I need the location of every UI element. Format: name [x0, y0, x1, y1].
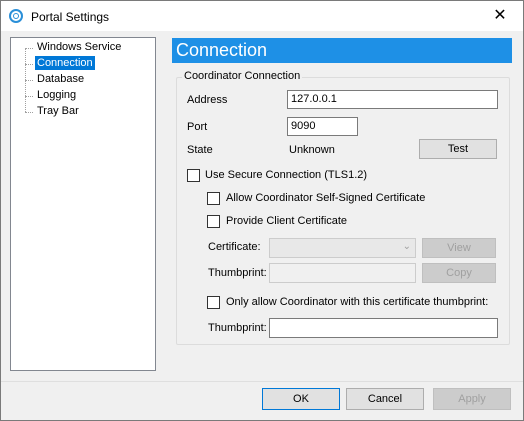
allow-self-signed-label: Allow Coordinator Self-Signed Certificat… — [226, 192, 426, 204]
certificate-label: Certificate: — [208, 241, 261, 253]
thumbprint2-input[interactable] — [269, 318, 498, 338]
settings-tree: Windows Service Connection Database Logg… — [10, 37, 156, 371]
tree-item-database[interactable]: Database — [25, 72, 86, 88]
tree-item-windows-service[interactable]: Windows Service — [25, 40, 123, 56]
close-button[interactable]: ✕ — [477, 1, 523, 31]
cancel-button[interactable]: Cancel — [346, 388, 424, 410]
address-input[interactable]: 127.0.0.1 — [287, 90, 498, 109]
test-button[interactable]: Test — [419, 139, 497, 159]
only-allow-checkbox[interactable] — [207, 296, 220, 309]
allow-self-signed-checkbox[interactable] — [207, 192, 220, 205]
thumbprint-input[interactable] — [269, 263, 416, 283]
state-label: State — [187, 144, 213, 156]
title-bar: Portal Settings ✕ — [1, 1, 523, 31]
use-secure-label: Use Secure Connection (TLS1.2) — [205, 169, 368, 181]
copy-button[interactable]: Copy — [422, 263, 496, 283]
apply-button[interactable]: Apply — [433, 388, 511, 410]
ok-button[interactable]: OK — [262, 388, 340, 410]
window-title: Portal Settings — [31, 10, 110, 24]
thumbprint2-label: Thumbprint: — [208, 322, 267, 334]
port-label: Port — [187, 121, 208, 133]
section-header: Connection — [172, 38, 512, 63]
port-input[interactable]: 9090 — [287, 117, 358, 136]
provide-client-cert-checkbox[interactable] — [207, 215, 220, 228]
settings-window: Portal Settings ✕ Windows Service Connec… — [0, 0, 524, 421]
view-button[interactable]: View — [422, 238, 496, 258]
use-secure-checkbox[interactable] — [187, 169, 200, 182]
provide-client-cert-label: Provide Client Certificate — [226, 215, 348, 227]
tree-item-tray-bar[interactable]: Tray Bar — [25, 104, 81, 120]
state-value: Unknown — [289, 144, 335, 156]
group-legend: Coordinator Connection — [182, 70, 303, 82]
chevron-down-icon: ⌄ — [402, 241, 411, 252]
tree-item-logging[interactable]: Logging — [25, 88, 78, 104]
thumbprint-label: Thumbprint: — [208, 267, 267, 279]
tree-item-connection[interactable]: Connection — [25, 56, 95, 72]
app-icon — [9, 9, 23, 23]
address-label: Address — [187, 94, 228, 106]
certificate-dropdown[interactable]: ⌄ — [269, 238, 416, 258]
only-allow-label: Only allow Coordinator with this certifi… — [226, 296, 489, 308]
